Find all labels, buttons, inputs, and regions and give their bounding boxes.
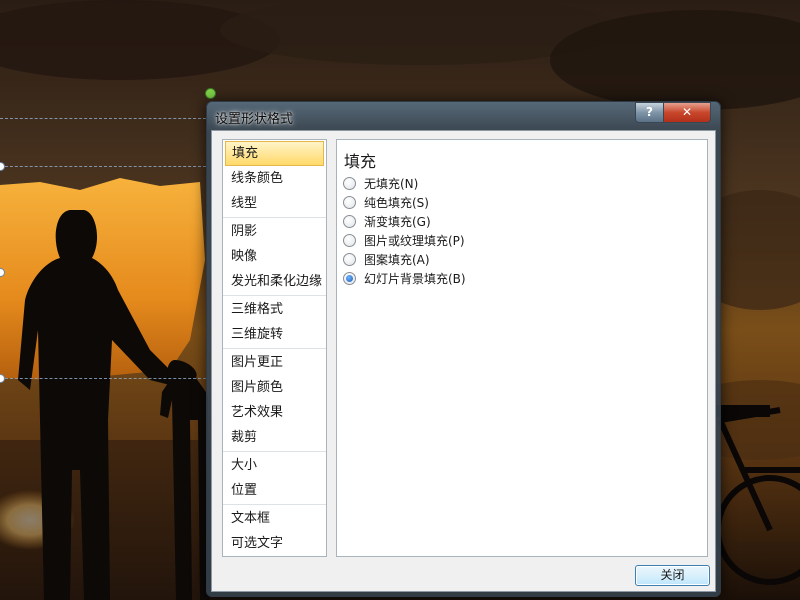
help-button[interactable]: ?	[635, 102, 664, 123]
selection-guide-top	[0, 118, 206, 119]
category-line-style[interactable]: 线型	[225, 191, 324, 216]
rotation-handle[interactable]	[205, 88, 216, 99]
category-group: 图片更正 图片颜色 艺术效果 裁剪	[223, 349, 326, 452]
dialog-title: 设置形状格式	[215, 112, 294, 127]
close-button[interactable]: 关闭	[635, 565, 710, 586]
radio-button[interactable]	[343, 234, 356, 247]
category-artistic-effects[interactable]: 艺术效果	[225, 400, 324, 425]
category-group: 阴影 映像 发光和柔化边缘	[223, 218, 326, 296]
category-text-box[interactable]: 文本框	[225, 506, 324, 531]
fill-options-panel: 填充 无填充(N) 纯色填充(S) 渐变填充(G) 图片或纹理填充(P) 图案填…	[336, 139, 708, 557]
option-label: 幻灯片背景填充(B)	[364, 272, 466, 286]
radio-button-checked[interactable]	[343, 272, 356, 285]
dialog-client-area: 填充 线条颜色 线型 阴影 映像 发光和柔化边缘 三维格式 三维旋转 图片更正 …	[211, 130, 716, 592]
radio-button[interactable]	[343, 196, 356, 209]
format-shape-dialog: 设置形状格式 ? ✕ 填充 线条颜色 线型 阴影 映像 发光和柔化边缘 三维格式…	[206, 101, 721, 597]
category-reflection[interactable]: 映像	[225, 244, 324, 269]
option-solid-fill[interactable]: 纯色填充(S)	[343, 193, 429, 212]
category-group: 文本框 可选文字	[223, 505, 326, 557]
title-close-button[interactable]: ✕	[663, 102, 711, 123]
radio-button[interactable]	[343, 215, 356, 228]
option-gradient-fill[interactable]: 渐变填充(G)	[343, 212, 431, 231]
option-no-fill[interactable]: 无填充(N)	[343, 174, 418, 193]
category-group: 填充 线条颜色 线型	[223, 140, 326, 218]
category-line-color[interactable]: 线条颜色	[225, 166, 324, 191]
category-size[interactable]: 大小	[225, 453, 324, 478]
category-glow-soft-edges[interactable]: 发光和柔化边缘	[225, 269, 324, 294]
option-pattern-fill[interactable]: 图案填充(A)	[343, 250, 430, 269]
category-alt-text[interactable]: 可选文字	[225, 531, 324, 556]
category-group: 大小 位置	[223, 452, 326, 505]
radio-button[interactable]	[343, 253, 356, 266]
panel-title: 填充	[344, 152, 377, 171]
option-label: 渐变填充(G)	[364, 215, 431, 229]
category-picture-color[interactable]: 图片颜色	[225, 375, 324, 400]
category-shadow[interactable]: 阴影	[225, 219, 324, 244]
category-list: 填充 线条颜色 线型 阴影 映像 发光和柔化边缘 三维格式 三维旋转 图片更正 …	[222, 139, 327, 557]
option-label: 无填充(N)	[364, 177, 419, 191]
category-position[interactable]: 位置	[225, 478, 324, 503]
selection-guide-bottom	[0, 378, 206, 379]
option-label: 图片或纹理填充(P)	[364, 234, 465, 248]
category-picture-corrections[interactable]: 图片更正	[225, 350, 324, 375]
option-picture-texture-fill[interactable]: 图片或纹理填充(P)	[343, 231, 465, 250]
option-slide-background-fill[interactable]: 幻灯片背景填充(B)	[343, 269, 466, 288]
radio-button[interactable]	[343, 177, 356, 190]
category-3d-format[interactable]: 三维格式	[225, 297, 324, 322]
category-fill[interactable]: 填充	[225, 141, 324, 166]
option-label: 图案填充(A)	[364, 253, 430, 267]
option-label: 纯色填充(S)	[364, 196, 429, 210]
category-group: 三维格式 三维旋转	[223, 296, 326, 349]
category-crop[interactable]: 裁剪	[225, 425, 324, 450]
selection-guide-middle	[0, 166, 206, 167]
category-3d-rotation[interactable]: 三维旋转	[225, 322, 324, 347]
